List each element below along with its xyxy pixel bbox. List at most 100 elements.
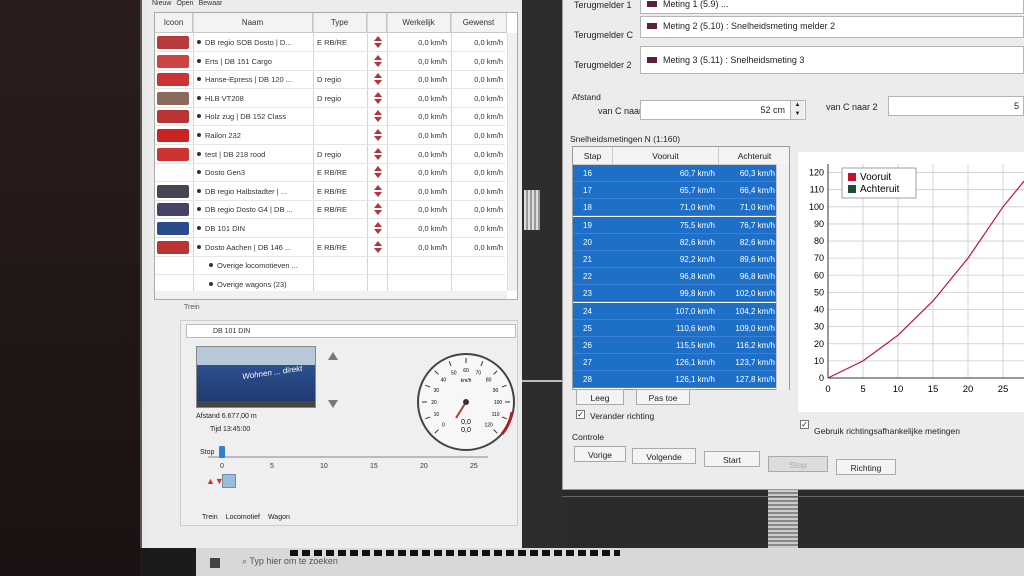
speed-step: 25 <box>583 323 592 333</box>
table-horizontal-scrollbar[interactable] <box>155 291 507 299</box>
col-header-desired[interactable]: Gewenst <box>451 13 507 33</box>
table-row[interactable]: HLB VT208 D regio 0,0 km/h 0,0 km/h <box>155 89 505 108</box>
direction-arrows-icon[interactable] <box>374 54 382 68</box>
x-tick-label: 20 <box>963 384 974 395</box>
verander-richting-checkbox[interactable]: ✓ <box>576 410 585 419</box>
table-row[interactable]: DB regio Dosto G4 | DB ... E RB/RE 0,0 km/… <box>155 200 505 220</box>
col-header-stap[interactable]: Stap <box>573 147 613 165</box>
speeds-scrollbar[interactable] <box>776 164 789 390</box>
tab-locomotief[interactable]: Locomotief <box>226 514 260 521</box>
terugmelder-c-select[interactable]: Meting 2 (5.10) : Snelheidsmeting melder… <box>640 16 1024 38</box>
leeg-button[interactable]: Leeg <box>576 389 624 405</box>
direction-arrows-icon[interactable] <box>374 222 382 235</box>
loco-actual-speed: 0,0 km/h <box>418 38 447 47</box>
direction-arrows-icon[interactable] <box>374 36 382 49</box>
direction-arrows-icon[interactable] <box>374 203 382 216</box>
menu-open[interactable]: Open <box>176 0 193 10</box>
speed-row[interactable]: 17 65,7 km/h 66,4 km/h <box>573 182 787 200</box>
volgende-button[interactable]: Volgende <box>632 448 696 464</box>
table-row[interactable]: DB 101 DIN 0,0 km/h 0,0 km/h <box>155 219 505 238</box>
direction-arrows-icon[interactable] <box>374 73 382 86</box>
legend-swatch <box>848 173 856 181</box>
start-button[interactable]: Start <box>704 451 760 467</box>
stop-button[interactable]: Stop <box>768 456 828 472</box>
table-row[interactable]: Overige locomotieven ... <box>155 256 505 276</box>
direction-arrows-icon[interactable] <box>374 91 382 105</box>
afstand-label: Afstand <box>572 92 601 102</box>
table-row[interactable]: Hanse-Epress | DB 120 ... D regio 0,0 km/h… <box>155 70 505 90</box>
table-row[interactable]: DB regio Halbstadter | ... E RB/RE 0,0 km/… <box>155 182 505 201</box>
direction-arrows-icon[interactable] <box>374 147 382 161</box>
distance-spinner[interactable]: ▲ ▼ <box>790 101 804 119</box>
terugmelder-2-select[interactable]: Meting 3 (5.11) : Snelheidsmeting 3 <box>640 46 1024 74</box>
col-header-achteruit[interactable]: Achteruit <box>719 147 789 165</box>
direction-arrows-icon[interactable] <box>374 166 382 179</box>
speed-row[interactable]: 26 115,5 km/h 116,2 km/h <box>573 337 787 354</box>
train-select[interactable]: DB 101 DIN <box>186 324 516 338</box>
taskbar-search-box[interactable]: ⌕ Typ hier om te zoeken <box>242 556 338 567</box>
van-c-naar-1-input[interactable]: 52 cm <box>640 100 806 120</box>
headlight-icon[interactable] <box>222 474 236 488</box>
speed-step: 23 <box>583 289 592 299</box>
van-c-naar-2-input[interactable]: 5 <box>888 96 1024 116</box>
speed-forward: 110,6 km/h <box>676 323 715 333</box>
vorige-button[interactable]: Vorige <box>574 446 626 462</box>
speed-row[interactable]: 24 107,0 km/h 104,2 km/h <box>573 302 787 320</box>
speed-row[interactable]: 28 126,1 km/h 127,8 km/h <box>573 371 787 389</box>
table-row[interactable]: Erts | DB 151 Cargo 0,0 km/h 0,0 km/h <box>155 52 505 71</box>
y-tick-label: 30 <box>814 322 824 332</box>
speed-down-icon[interactable] <box>328 400 338 408</box>
terugmelder-1-label: Terugmelder 1 <box>574 0 632 10</box>
tab-wagon[interactable]: Wagon <box>268 514 290 521</box>
col-header-name[interactable]: Naam <box>193 13 313 33</box>
table-row[interactable]: test | DB 218 rood D regio 0,0 km/h 0,0 km/… <box>155 145 505 164</box>
direction-arrows-icon[interactable] <box>374 110 382 123</box>
table-row[interactable]: DB regio SOB Dosto | D... E RB/RE 0,0 km/h… <box>155 33 505 52</box>
col-header-direction[interactable] <box>367 13 387 33</box>
speed-slider-track[interactable] <box>208 456 488 458</box>
table-row[interactable]: Holz zug | DB 152 Class 0,0 km/h 0,0 km/h <box>155 107 505 127</box>
table-vertical-scrollbar[interactable] <box>507 33 517 291</box>
speed-slider-knob[interactable] <box>219 446 225 458</box>
x-tick-label: 5 <box>860 384 865 395</box>
pas-toe-button[interactable]: Pas toe <box>636 389 690 405</box>
tab-trein[interactable]: Trein <box>202 514 218 521</box>
speed-row[interactable]: 25 110,6 km/h 109,0 km/h <box>573 319 787 337</box>
loco-desired-speed: 0,0 km/h <box>474 112 503 122</box>
speed-row[interactable]: 18 71,0 km/h 71,0 km/h <box>573 199 787 217</box>
slider-tick-label: 15 <box>370 463 378 470</box>
y-tick-label: 80 <box>814 236 824 246</box>
y-tick-label: 100 <box>809 202 824 212</box>
gebruik-checkbox[interactable]: ✓ <box>800 420 809 429</box>
windows-start-icon[interactable] <box>210 558 220 568</box>
menu-bewaar[interactable]: Bewaar <box>199 0 223 10</box>
loco-actual-speed: 0,0 km/h <box>418 112 447 122</box>
menu-nieuw[interactable]: Nieuw <box>152 0 171 10</box>
track-line <box>562 496 1024 497</box>
direction-arrows-icon[interactable] <box>374 184 382 198</box>
speed-row[interactable]: 23 99,8 km/h 102,0 km/h <box>573 285 787 303</box>
speed-row[interactable]: 20 82,6 km/h 82,6 km/h <box>573 233 787 251</box>
speed-row[interactable]: 27 126,1 km/h 123,7 km/h <box>573 354 787 372</box>
terugmelder-1-select[interactable]: Meting 1 (5.9) ... <box>640 0 1024 14</box>
speed-row[interactable]: 22 96,8 km/h 96,8 km/h <box>573 268 787 286</box>
direction-arrows-icon[interactable] <box>374 129 382 142</box>
table-row[interactable]: Railon 232 0,0 km/h 0,0 km/h <box>155 126 505 145</box>
col-header-actual[interactable]: Werkelijk <box>387 13 451 33</box>
track-segment <box>524 190 540 230</box>
speed-up-icon[interactable] <box>328 352 338 360</box>
table-row[interactable]: Dosto Gen3 E RB/RE 0,0 km/h 0,0 km/h <box>155 163 505 183</box>
direction-arrows-icon[interactable] <box>374 240 382 254</box>
gauge-tick-label: 20 <box>431 400 437 406</box>
col-header-icon[interactable]: Icoon <box>155 13 193 33</box>
speed-row[interactable]: 19 75,5 km/h 76,7 km/h <box>573 216 787 234</box>
col-header-vooruit[interactable]: Vooruit <box>613 147 719 165</box>
richting-button[interactable]: Richting <box>836 459 896 475</box>
speed-row[interactable]: 21 92,2 km/h 89,6 km/h <box>573 251 787 268</box>
loco-type: E RB/RE <box>317 38 348 47</box>
screen-edge-pattern <box>290 550 620 556</box>
col-header-type[interactable]: Type <box>313 13 367 33</box>
speed-row[interactable]: 16 60,7 km/h 60,3 km/h <box>573 165 787 182</box>
gauge-tick-label: 120 <box>484 423 493 429</box>
table-row[interactable]: Dosto Aachen | DB 146 ... E RB/RE 0,0 km/h… <box>155 238 505 257</box>
